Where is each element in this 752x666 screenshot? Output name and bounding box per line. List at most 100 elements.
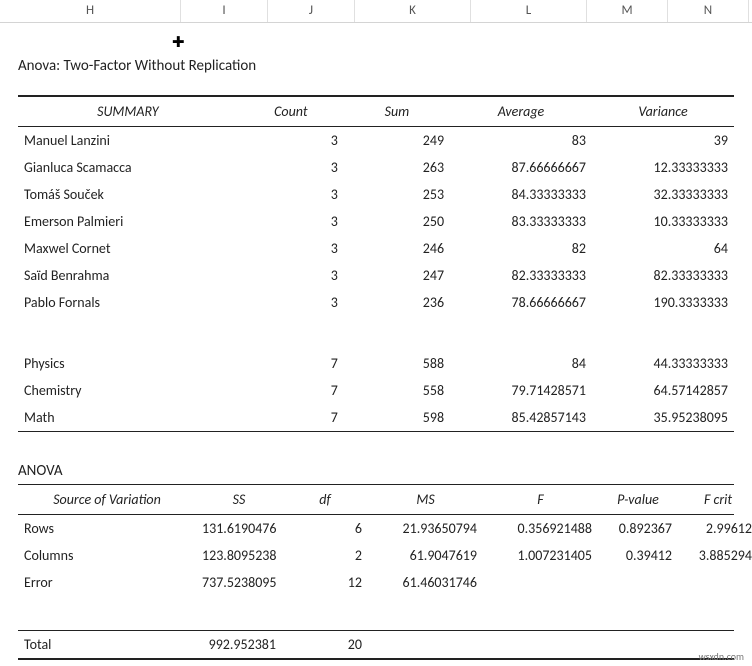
cell-p[interactable]: 0.892367 xyxy=(598,515,678,542)
table-row: Total 992.952381 20 xyxy=(18,631,752,658)
cell-ms[interactable]: 61.46031746 xyxy=(368,569,483,596)
cell-ms[interactable]: 61.9047619 xyxy=(368,542,483,569)
summary-header-row: SUMMARY Count Sum Average Variance xyxy=(18,97,734,126)
cell-df[interactable]: 2 xyxy=(282,542,368,569)
cell-sum[interactable]: 263 xyxy=(344,154,450,181)
summary-rows-table: Manuel Lanzini 3 249 83 39 Gianluca Scam… xyxy=(18,127,734,431)
hdr-ms: MS xyxy=(368,485,483,514)
cell-df[interactable]: 6 xyxy=(282,515,368,542)
cell-src[interactable]: Rows xyxy=(18,515,196,542)
cell-ms[interactable]: 21.93650794 xyxy=(368,515,483,542)
cell-sum[interactable]: 558 xyxy=(344,377,450,404)
cell-sum[interactable]: 598 xyxy=(344,404,450,431)
cell-count[interactable]: 3 xyxy=(238,154,344,181)
cell-var[interactable]: 64 xyxy=(592,235,734,262)
cell-avg[interactable]: 85.42857143 xyxy=(450,404,592,431)
cell-f[interactable]: 0.356921488 xyxy=(483,515,598,542)
cell-fcrit[interactable] xyxy=(678,569,752,596)
cell-count[interactable]: 3 xyxy=(238,181,344,208)
cell-count[interactable]: 7 xyxy=(238,377,344,404)
cell-f[interactable] xyxy=(483,569,598,596)
cell-src[interactable]: Columns xyxy=(18,542,196,569)
col-header-H[interactable]: H xyxy=(0,0,181,22)
cell-avg[interactable]: 79.71428571 xyxy=(450,377,592,404)
cell-avg[interactable]: 84.33333333 xyxy=(450,181,592,208)
cell-p[interactable]: 0.39412 xyxy=(598,542,678,569)
cell-p[interactable] xyxy=(598,569,678,596)
cell-var[interactable]: 35.95238095 xyxy=(592,404,734,431)
cell-count[interactable]: 7 xyxy=(238,404,344,431)
cell-count[interactable]: 3 xyxy=(238,289,344,316)
cell-name[interactable]: Maxwel Cornet xyxy=(18,235,238,262)
anova-header-row: Source of Variation SS df MS F P-value F… xyxy=(18,485,752,514)
cell-var[interactable]: 32.33333333 xyxy=(592,181,734,208)
cell-var[interactable]: 10.33333333 xyxy=(592,208,734,235)
col-header-M[interactable]: M xyxy=(587,0,668,22)
cell-src[interactable]: Error xyxy=(18,569,196,596)
cell-name[interactable]: Emerson Palmieri xyxy=(18,208,238,235)
table-row: Emerson Palmieri 3 250 83.33333333 10.33… xyxy=(18,208,734,235)
table-row: Math 7 598 85.42857143 35.95238095 xyxy=(18,404,734,431)
cell-var[interactable]: 12.33333333 xyxy=(592,154,734,181)
cell-var[interactable]: 82.33333333 xyxy=(592,262,734,289)
cell-var[interactable]: 190.3333333 xyxy=(592,289,734,316)
table-row: Chemistry 7 558 79.71428571 64.57142857 xyxy=(18,377,734,404)
cell-name[interactable]: Chemistry xyxy=(18,377,238,404)
cell-count[interactable]: 3 xyxy=(238,235,344,262)
cell-count[interactable]: 7 xyxy=(238,350,344,377)
cell-name[interactable]: Pablo Fornals xyxy=(18,289,238,316)
table-row: Saïd Benrahma 3 247 82.33333333 82.33333… xyxy=(18,262,734,289)
col-header-I[interactable]: I xyxy=(181,0,268,22)
hdr-variance: Variance xyxy=(592,97,734,126)
cell-fcrit[interactable]: 2.99612 xyxy=(678,515,752,542)
cell-count[interactable]: 3 xyxy=(238,208,344,235)
cell-name[interactable]: Saïd Benrahma xyxy=(18,262,238,289)
cell-avg[interactable]: 83.33333333 xyxy=(450,208,592,235)
cell-sum[interactable]: 250 xyxy=(344,208,450,235)
cell-avg[interactable]: 84 xyxy=(450,350,592,377)
hdr-average: Average xyxy=(450,97,592,126)
cell-f[interactable]: 1.007231405 xyxy=(483,542,598,569)
table-row: Manuel Lanzini 3 249 83 39 xyxy=(18,127,734,154)
cell-ss[interactable]: 123.8095238 xyxy=(196,542,282,569)
cell-name[interactable]: Tomáš Souček xyxy=(18,181,238,208)
column-header-row: H I J K L M N xyxy=(0,0,752,23)
col-header-K[interactable]: K xyxy=(355,0,471,22)
cell-count[interactable]: 3 xyxy=(238,127,344,154)
cell-ss[interactable]: 131.6190476 xyxy=(196,515,282,542)
cell-df[interactable]: 12 xyxy=(282,569,368,596)
cell-name[interactable]: Physics xyxy=(18,350,238,377)
col-header-J[interactable]: J xyxy=(268,0,355,22)
cell-ss[interactable]: 737.5238095 xyxy=(196,569,282,596)
cell-src[interactable]: Total xyxy=(18,631,196,658)
table-row: Pablo Fornals 3 236 78.66666667 190.3333… xyxy=(18,289,734,316)
hdr-p: P-value xyxy=(598,485,678,514)
anova-total-table: Total 992.952381 20 xyxy=(18,631,752,658)
hdr-fcrit: F crit xyxy=(678,485,752,514)
cell-sum[interactable]: 236 xyxy=(344,289,450,316)
cell-ss[interactable]: 992.952381 xyxy=(196,631,282,658)
cell-sum[interactable]: 249 xyxy=(344,127,450,154)
cell-name[interactable]: Math xyxy=(18,404,238,431)
cell-count[interactable]: 3 xyxy=(238,262,344,289)
cell-sum[interactable]: 246 xyxy=(344,235,450,262)
cell-sum[interactable]: 588 xyxy=(344,350,450,377)
cell-avg[interactable]: 83 xyxy=(450,127,592,154)
cell-sum[interactable]: 253 xyxy=(344,181,450,208)
cell-fcrit[interactable]: 3.885294 xyxy=(678,542,752,569)
cell-var[interactable]: 44.33333333 xyxy=(592,350,734,377)
cell-sum[interactable]: 247 xyxy=(344,262,450,289)
cell-df[interactable]: 20 xyxy=(282,631,368,658)
hdr-summary: SUMMARY xyxy=(18,97,238,126)
cell-var[interactable]: 64.57142857 xyxy=(592,377,734,404)
spreadsheet-area[interactable]: Anova: Two-Factor Without Replication SU… xyxy=(0,23,752,660)
cell-avg[interactable]: 87.66666667 xyxy=(450,154,592,181)
cell-avg[interactable]: 82.33333333 xyxy=(450,262,592,289)
col-header-L[interactable]: L xyxy=(471,0,587,22)
cell-var[interactable]: 39 xyxy=(592,127,734,154)
cell-avg[interactable]: 82 xyxy=(450,235,592,262)
cell-name[interactable]: Gianluca Scamacca xyxy=(18,154,238,181)
col-header-N[interactable]: N xyxy=(668,0,749,22)
cell-avg[interactable]: 78.66666667 xyxy=(450,289,592,316)
cell-name[interactable]: Manuel Lanzini xyxy=(18,127,238,154)
